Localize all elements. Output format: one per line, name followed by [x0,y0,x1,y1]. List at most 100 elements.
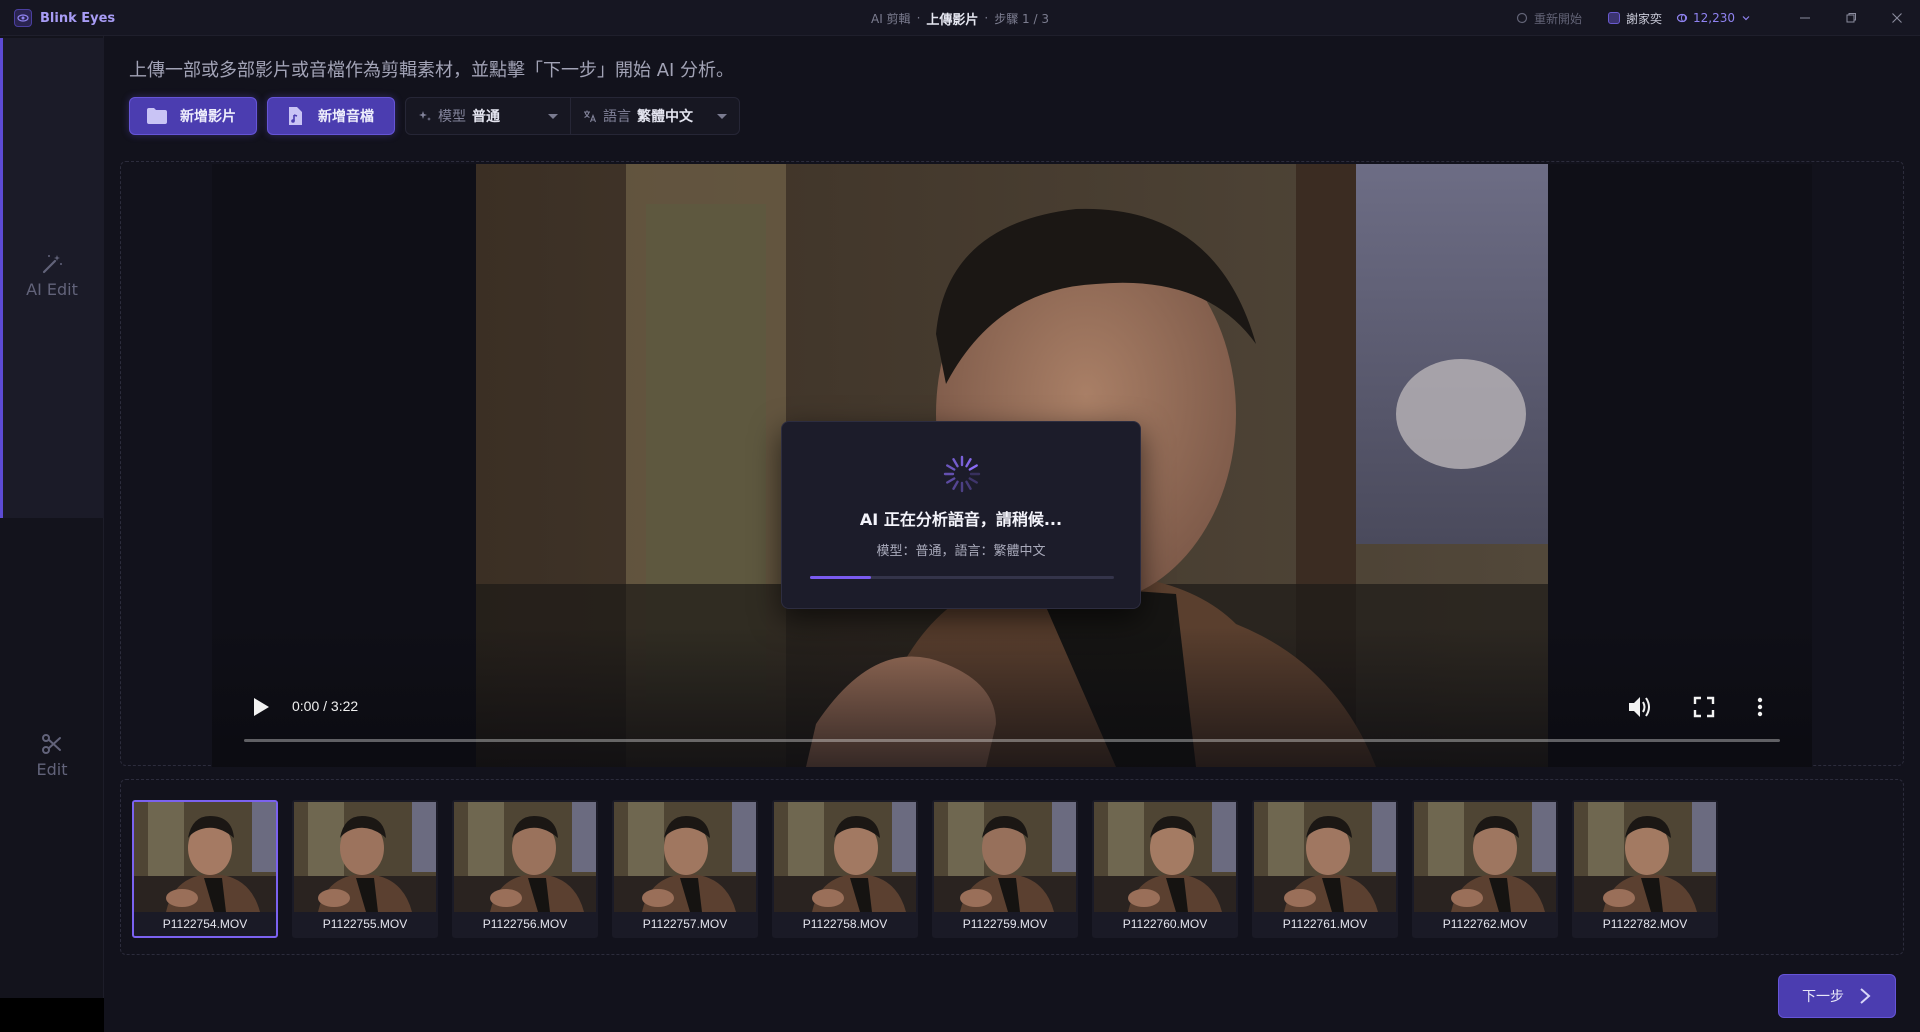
fullscreen-icon[interactable] [1692,695,1716,719]
next-step-label: 下一步 [1802,989,1844,1005]
spinner-tick [952,458,959,468]
clip-filename: P1122754.MOV [162,917,248,931]
clip-filename: P1122782.MOV [1602,917,1688,931]
clip-preview-image [1414,802,1556,912]
clip-thumbnail[interactable]: P1122755.MOV [292,800,438,938]
clip-thumbnail[interactable]: P1122758.MOV [772,800,918,938]
clip-preview-image [774,802,916,912]
clip-preview-image [454,802,596,912]
analysis-progress-bar [810,576,1114,579]
clip-thumbnail[interactable]: P1122759.MOV [932,800,1078,938]
add-video-label: 新增影片 [180,109,236,125]
spinner-tick [965,480,972,490]
language-label: 語言 [603,109,631,125]
clip-thumbnail[interactable]: P1122757.MOV [612,800,758,938]
clip-preview-image [1094,802,1236,912]
caret-down-icon [548,113,558,119]
clip-filename: P1122758.MOV [802,917,888,931]
language-select[interactable]: 語言 繁體中文 [570,98,739,134]
spinner-tick [946,464,956,471]
spinner-tick [968,477,978,484]
chevron-down-icon [1742,16,1750,21]
clip-filename: P1122756.MOV [482,917,568,931]
credits-count: 12,230 [1693,11,1735,25]
breadcrumb-current: 上傳影片 [926,12,979,28]
model-select[interactable]: 模型 普通 [406,98,570,134]
sparkle-icon [419,111,431,121]
clip-thumbnail[interactable]: P1122754.MOV [132,800,278,938]
clip-filename: P1122757.MOV [642,917,728,931]
restore-button[interactable] [1828,0,1874,36]
clip-filename: P1122761.MOV [1282,917,1368,931]
clip-thumbnail[interactable]: P1122761.MOV [1252,800,1398,938]
sidebar-footer [0,998,104,1032]
brand: Blink Eyes [14,0,115,36]
sidebar-item-label: Edit [36,760,68,779]
credits-dropdown[interactable]: 12,230 [1676,11,1752,25]
restart-label: 重新開始 [1533,11,1582,26]
clip-preview-image [134,802,276,912]
main-content: 上傳一部或多部影片或音檔作為剪輯素材，並點擊「下一步」開始 AI 分析。 新增影… [104,36,1920,1032]
instruction-text: 上傳一部或多部影片或音檔作為剪輯素材，並點擊「下一步」開始 AI 分析。 [129,60,735,81]
clip-thumbnail[interactable]: P1122762.MOV [1412,800,1558,938]
spinner-tick [952,480,959,490]
analysis-dialog: AI 正在分析語音，請稍候... 模型：普通，語言：繁體中文 [781,421,1141,609]
folder-icon [147,108,167,124]
toolbar: 新增影片 新增音檔 模型 普通 語言 繁體中文 [129,97,740,135]
translate-icon [584,110,597,123]
restore-icon [1846,13,1856,23]
more-options-icon[interactable] [1748,695,1772,719]
loading-spinner-icon [943,455,981,493]
eye-logo-icon [14,9,32,27]
app-name: Blink Eyes [40,10,116,26]
volume-icon[interactable] [1626,693,1654,721]
clip-preview-image [294,802,436,912]
restart-icon [1516,12,1528,24]
clip-thumbnails: P1122754.MOV P1122755.MOV P1122756.MOV P112… [132,800,1718,938]
clip-thumbnail[interactable]: P1122760.MOV [1092,800,1238,938]
sidebar: AI Edit Edit [0,36,104,1032]
spinner-tick [946,477,956,484]
chevron-right-icon [1860,988,1871,1004]
add-audio-button[interactable]: 新增音檔 [267,97,395,135]
clip-thumbnail[interactable]: P1122782.MOV [1572,800,1718,938]
clip-filename: P1122759.MOV [962,917,1048,931]
add-audio-label: 新增音檔 [318,109,374,125]
language-value: 繁體中文 [637,109,693,125]
step-indicator: 步驟 1 / 3 [994,11,1049,26]
title-bar: Blink Eyes AI 剪輯 · 上傳影片 · 步驟 1 / 3 重新開始 … [0,0,1920,36]
coin-icon [1676,13,1688,23]
magic-wand-icon [42,255,62,274]
scissors-icon [42,734,61,754]
clip-thumbnail[interactable]: P1122756.MOV [452,800,598,938]
add-video-button[interactable]: 新增影片 [129,97,257,135]
clip-filename: P1122762.MOV [1442,917,1528,931]
close-button[interactable] [1874,0,1920,36]
clip-preview-image [1254,802,1396,912]
spinner-tick [968,464,978,471]
clip-preview-image [614,802,756,912]
model-label: 模型 [438,109,466,125]
next-step-button[interactable]: 下一步 [1778,974,1896,1018]
minimize-button[interactable] [1782,0,1828,36]
playback-timeline[interactable] [244,739,1780,742]
analysis-progress-fill [810,576,871,579]
play-icon[interactable] [248,695,272,719]
sidebar-item-ai-edit[interactable]: AI Edit [0,252,104,299]
sidebar-item-label: AI Edit [26,280,78,299]
sidebar-item-edit[interactable]: Edit [0,732,104,779]
user-account[interactable]: 謝家奕 [1607,10,1662,27]
user-name: 謝家奕 [1625,11,1662,26]
restart-button[interactable]: 重新開始 [1516,10,1582,27]
user-icon [1607,12,1620,24]
analysis-options: 模型 普通 語言 繁體中文 [405,97,740,135]
close-icon [1892,13,1902,23]
player-controls: 0:00 / 3:22 [212,667,1812,767]
caret-down-icon [717,113,727,119]
audio-file-icon [289,107,302,125]
clip-filename: P1122755.MOV [322,917,408,931]
minimize-icon [1800,17,1810,19]
breadcrumb-separator: · [984,11,989,25]
analysis-subtitle: 模型：普通，語言：繁體中文 [876,544,1046,559]
clip-filename: P1122760.MOV [1122,917,1208,931]
